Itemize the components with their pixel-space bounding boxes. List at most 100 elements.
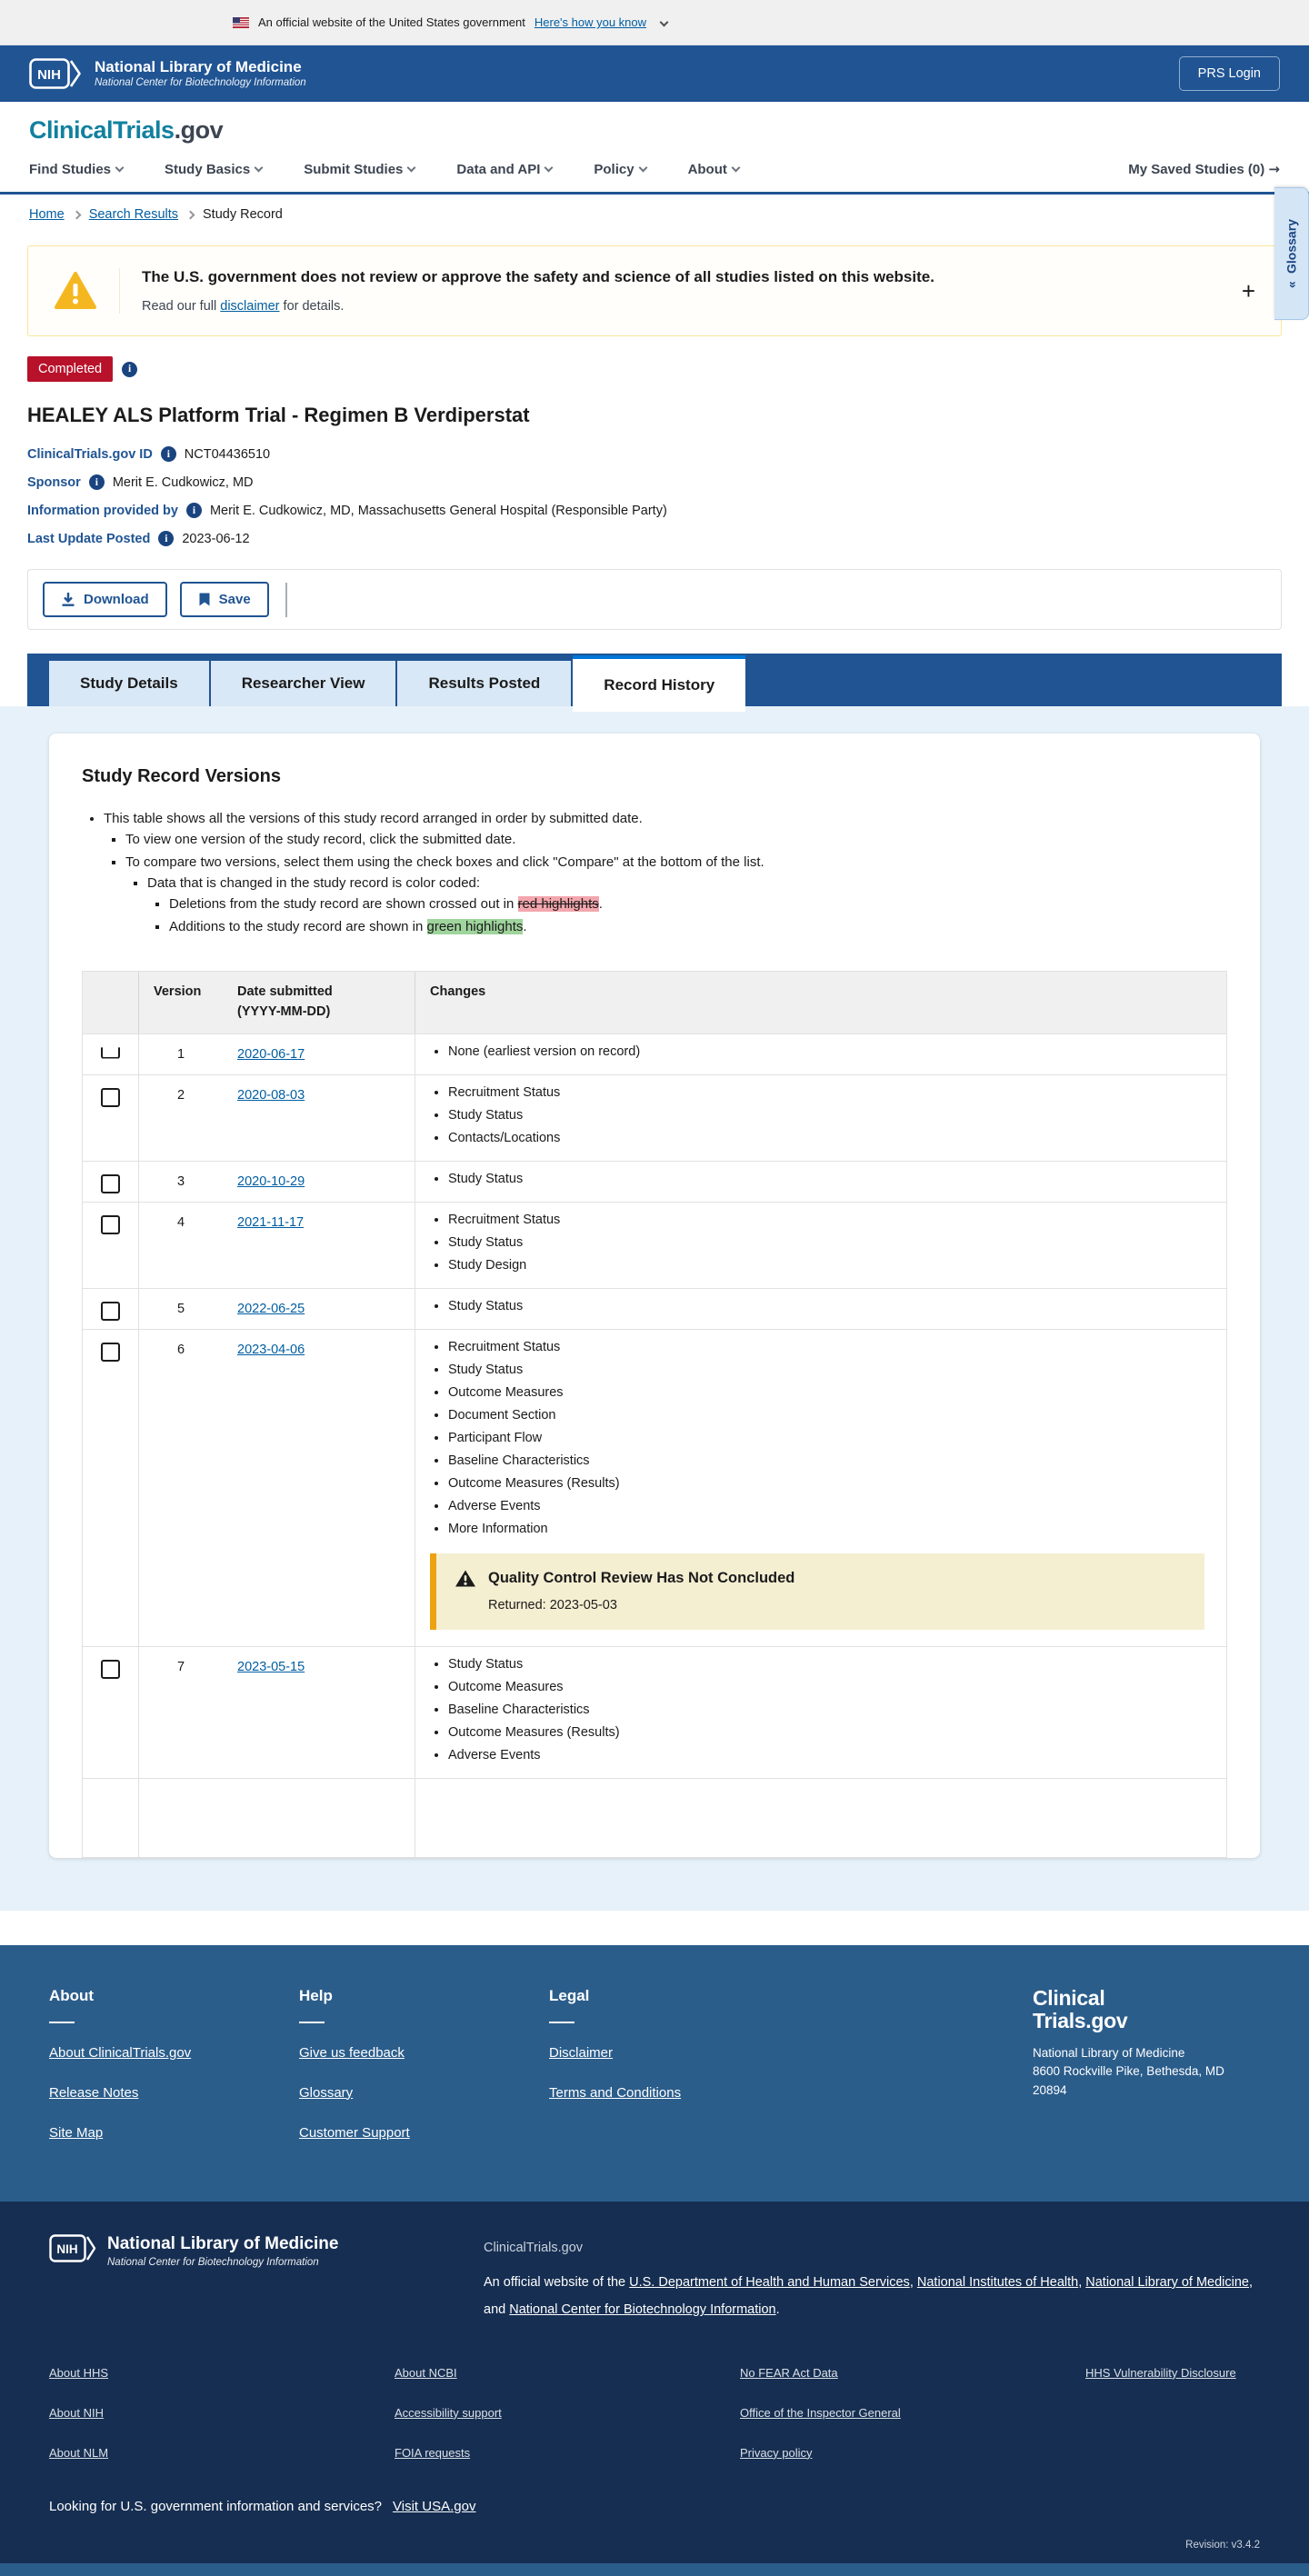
footer-link[interactable]: Give us feedback (299, 2045, 405, 2061)
glossary-side-tab[interactable]: « Glossary (1274, 187, 1309, 320)
version-cell: 2 (176, 1087, 185, 1103)
tab-results-posted[interactable]: Results Posted (397, 661, 572, 706)
info-icon[interactable]: i (122, 361, 138, 377)
nav-item[interactable]: Policy (594, 162, 648, 177)
nlm-org-title: National Library of Medicine (95, 58, 302, 76)
table-row: 3 2020-10-29 Study Status (83, 1160, 1226, 1202)
header-checkbox-column (83, 972, 139, 1033)
footer-link[interactable]: FOIA requests (395, 2446, 470, 2460)
footer-statement-link[interactable]: National Library of Medicine (1085, 2275, 1249, 2290)
version-cell: 5 (176, 1301, 185, 1316)
tab-researcher-view[interactable]: Researcher View (210, 661, 396, 706)
gov-banner-link[interactable]: Here's how you know (535, 15, 646, 29)
section-title: Study Record Versions (82, 766, 281, 786)
usa-gov-link[interactable]: Visit USA.gov (393, 2499, 475, 2514)
disclaimer-text: The U.S. government does not review or a… (142, 268, 934, 314)
clinicaltrials-logo[interactable]: ClinicalTrials.gov (29, 116, 1280, 145)
glossary-label: Glossary (1284, 219, 1299, 275)
breadcrumb: Home Search Results Study Record (0, 195, 1309, 231)
gov-banner: An official website of the United States… (0, 0, 1309, 45)
footer-column: Help Give us feedback Glossary Customer Su… (299, 1987, 549, 2165)
tab-record-history[interactable]: Record History (573, 655, 746, 712)
my-saved-studies-link[interactable]: My Saved Studies (0) → (1128, 161, 1280, 177)
page: An official website of the United States… (0, 0, 1309, 2576)
version-date-link[interactable]: 2023-04-06 (237, 1343, 305, 1357)
version-date-link[interactable]: 2020-06-17 (237, 1047, 305, 1062)
change-item: Document Section (448, 1404, 1212, 1427)
info-icon[interactable]: i (158, 531, 175, 546)
footer-link[interactable]: HHS Vulnerability Disclosure (1085, 2366, 1236, 2380)
version-checkbox[interactable] (101, 1173, 120, 1193)
info-icon[interactable]: i (88, 474, 105, 490)
empty-cell (415, 1779, 1226, 1857)
footer-link[interactable]: Customer Support (299, 2125, 410, 2141)
save-button[interactable]: Save (179, 582, 269, 617)
version-checkbox[interactable] (101, 1087, 120, 1107)
footer-link[interactable]: Privacy policy (740, 2446, 812, 2460)
disclaimer-subtext: Read our full disclaimer for details. (142, 299, 345, 314)
version-date-link[interactable]: 2020-08-03 (237, 1088, 305, 1103)
version-checkbox[interactable] (101, 1659, 120, 1679)
divider (49, 2021, 75, 2023)
date-cell: 2022-06-25 (223, 1288, 415, 1329)
usa-prompt: Looking for U.S. government information … (49, 2498, 383, 2514)
footer-link[interactable]: About NCBI (395, 2366, 457, 2380)
footer-link[interactable]: Accessibility support (395, 2406, 502, 2420)
footer-link[interactable]: About NIH (49, 2406, 104, 2420)
footer-link[interactable]: Terms and Conditions (549, 2085, 681, 2101)
footer-link[interactable]: About ClinicalTrials.gov (49, 2045, 191, 2061)
change-item: Adverse Events (448, 1495, 1212, 1518)
version-date-link[interactable]: 2020-10-29 (237, 1174, 305, 1189)
version-date-link[interactable]: 2023-05-15 (237, 1660, 305, 1674)
footer-link[interactable]: About NLM (49, 2446, 108, 2460)
info-icon[interactable]: i (160, 446, 176, 462)
chevron-down-icon (544, 163, 554, 172)
footer-statement-link[interactable]: U.S. Department of Health and Human Serv… (629, 2275, 910, 2290)
footer-link[interactable]: About HHS (49, 2366, 108, 2380)
footer-link[interactable]: Glossary (299, 2085, 353, 2101)
version-checkbox[interactable] (101, 1214, 120, 1234)
tab-study-details[interactable]: Study Details (49, 661, 209, 706)
study-field-row: Information provided by i Merit E. Cudko… (27, 496, 1282, 524)
record-history-panel: Study Record Versions This table shows a… (0, 706, 1309, 1911)
info-icon[interactable]: i (185, 503, 202, 518)
svg-text:NIH: NIH (37, 67, 61, 83)
version-date-link[interactable]: 2021-11-17 (237, 1215, 304, 1230)
footer-link[interactable]: Disclaimer (549, 2045, 613, 2061)
breadcrumb-link[interactable]: Search Results (89, 207, 178, 222)
version-date-link[interactable]: 2022-06-25 (237, 1302, 305, 1316)
logo-suffix: .gov (174, 116, 224, 144)
expand-plus-icon[interactable]: + (1242, 279, 1255, 303)
logo-primary: ClinicalTrials (29, 116, 175, 144)
footer-link[interactable]: Release Notes (49, 2085, 138, 2101)
disclaimer-link[interactable]: disclaimer (220, 299, 279, 314)
footer-link[interactable]: No FEAR Act Data (740, 2366, 838, 2380)
divider (549, 2021, 575, 2023)
version-checkbox[interactable] (101, 1301, 120, 1321)
prs-login-button[interactable]: PRS Login (1178, 56, 1280, 91)
footer-statement-link[interactable]: National Center for Biotechnology Inform… (509, 2302, 775, 2317)
disclaimer-banner: The U.S. government does not review or a… (27, 245, 1282, 336)
official-statement: ClinicalTrials.gov An official website o… (484, 2234, 1260, 2324)
nav-item[interactable]: Submit Studies (304, 162, 416, 177)
nav-item[interactable]: Data and API (456, 162, 554, 177)
checkbox-cell (83, 1646, 139, 1778)
nav-item[interactable]: Find Studies (29, 162, 125, 177)
field-label: ClinicalTrials.gov ID (27, 446, 153, 462)
field-value: Merit E. Cudkowicz, MD (112, 474, 254, 490)
footer-link[interactable]: Office of the Inspector General (740, 2406, 901, 2420)
version-checkbox[interactable] (101, 1342, 120, 1362)
chevron-down-icon (731, 163, 741, 172)
revision-label: Revision: v3.4.2 (1185, 2539, 1260, 2551)
divider (119, 268, 120, 314)
footer-statement-link[interactable]: National Institutes of Health (917, 2275, 1078, 2290)
download-button[interactable]: Download (43, 582, 167, 617)
nav-item[interactable]: About (688, 162, 741, 177)
changes-cell: Recruitment StatusStudy StatusStudy Desi… (415, 1203, 1226, 1288)
nav-item[interactable]: Study Basics (165, 162, 264, 177)
breadcrumb-link[interactable]: Home (29, 207, 65, 222)
footer-link[interactable]: Site Map (49, 2125, 103, 2141)
version-checkbox[interactable] (101, 1047, 120, 1059)
change-item: Baseline Characteristics (448, 1450, 1212, 1473)
nlm-footer-logo: NIH National Library of Medicine Nationa… (49, 2234, 440, 2324)
